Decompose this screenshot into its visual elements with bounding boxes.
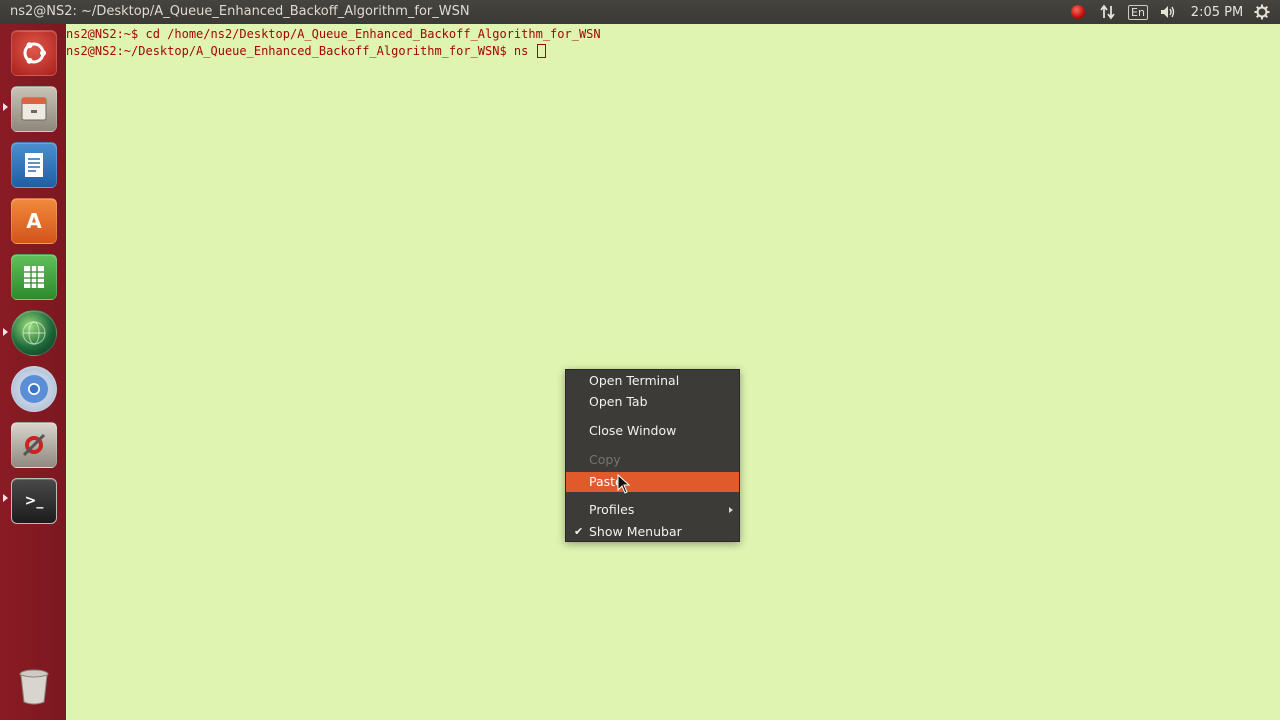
keyboard-layout-icon: En (1128, 4, 1148, 20)
network-arrows-icon (1100, 4, 1115, 20)
running-pip (3, 494, 8, 502)
terminal-line: ns2@NS2:~/Desktop/A_Queue_Enhanced_Backo… (66, 43, 601, 60)
terminal-icon: >_ (24, 493, 44, 509)
recording-indicator[interactable] (1068, 0, 1088, 24)
launcher-writer[interactable] (11, 142, 57, 188)
volume-indicator[interactable] (1157, 0, 1179, 24)
terminal-prompt-line: ns2@NS2:~/Desktop/A_Queue_Enhanced_Backo… (66, 44, 536, 58)
settings-tools-icon (22, 433, 46, 457)
launcher-software-center[interactable]: A (11, 198, 57, 244)
gear-icon (1254, 4, 1270, 20)
text-cursor (536, 44, 546, 58)
terminal-line: ns2@NS2:~$ cd /home/ns2/Desktop/A_Queue_… (66, 27, 601, 41)
menu-item-copy: Copy (566, 450, 739, 470)
volume-icon (1161, 6, 1175, 18)
trash-icon (19, 669, 49, 705)
menu-item-open-terminal[interactable]: Open Terminal (566, 371, 739, 391)
chromium-icon (20, 375, 48, 403)
network-indicator[interactable] (1098, 0, 1118, 24)
launcher: A >_ (0, 24, 66, 720)
launcher-chromium[interactable] (11, 366, 57, 412)
launcher-trash[interactable] (11, 664, 57, 710)
menu-item-profiles[interactable]: Profiles (566, 500, 739, 520)
menu-item-open-tab[interactable]: Open Tab (566, 392, 739, 412)
menu-item-label: Open Tab (589, 394, 648, 409)
clock-indicator[interactable]: 2:05 PM (1188, 0, 1246, 24)
running-pip (3, 328, 8, 336)
checkmark-icon: ✔ (574, 525, 584, 538)
launcher-dash-home[interactable] (11, 30, 57, 76)
launcher-terminal[interactable]: >_ (11, 478, 57, 524)
menu-item-label: Close Window (589, 423, 677, 438)
menu-item-label: Show Menubar (589, 524, 682, 539)
globe-icon (22, 321, 46, 345)
submenu-arrow-icon (729, 507, 733, 513)
clock: 2:05 PM (1190, 4, 1244, 20)
launcher-files[interactable] (11, 86, 57, 132)
session-indicator[interactable] (1252, 0, 1272, 24)
document-icon (25, 153, 43, 177)
menu-item-label: Copy (589, 452, 621, 467)
terminal-output[interactable]: ns2@NS2:~$ cd /home/ns2/Desktop/A_Queue_… (66, 26, 601, 60)
top-panel: ns2@NS2: ~/Desktop/A_Queue_Enhanced_Back… (0, 0, 1280, 24)
menu-item-show-menubar[interactable]: ✔ Show Menubar (566, 522, 739, 542)
menu-item-label: Open Terminal (589, 373, 680, 388)
menu-item-label: Profiles (589, 502, 635, 517)
running-pip (3, 103, 8, 111)
menu-item-close-window[interactable]: Close Window (566, 421, 739, 441)
keyboard-indicator[interactable]: En (1127, 0, 1149, 24)
ubuntu-logo-icon (23, 42, 46, 64)
launcher-calc[interactable] (11, 254, 57, 300)
menu-item-paste[interactable]: Paste (566, 472, 739, 492)
context-menu: Open Terminal Open Tab Close Window Copy… (565, 369, 740, 542)
window-title: ns2@NS2: ~/Desktop/A_Queue_Enhanced_Back… (10, 4, 470, 19)
spreadsheet-icon (24, 266, 44, 288)
recording-icon (1071, 5, 1085, 19)
launcher-browser-globe[interactable] (11, 310, 57, 356)
file-cabinet-icon (21, 97, 47, 121)
launcher-system-settings[interactable] (11, 422, 57, 468)
software-center-icon: A (26, 209, 42, 233)
mouse-pointer-icon (617, 474, 631, 494)
